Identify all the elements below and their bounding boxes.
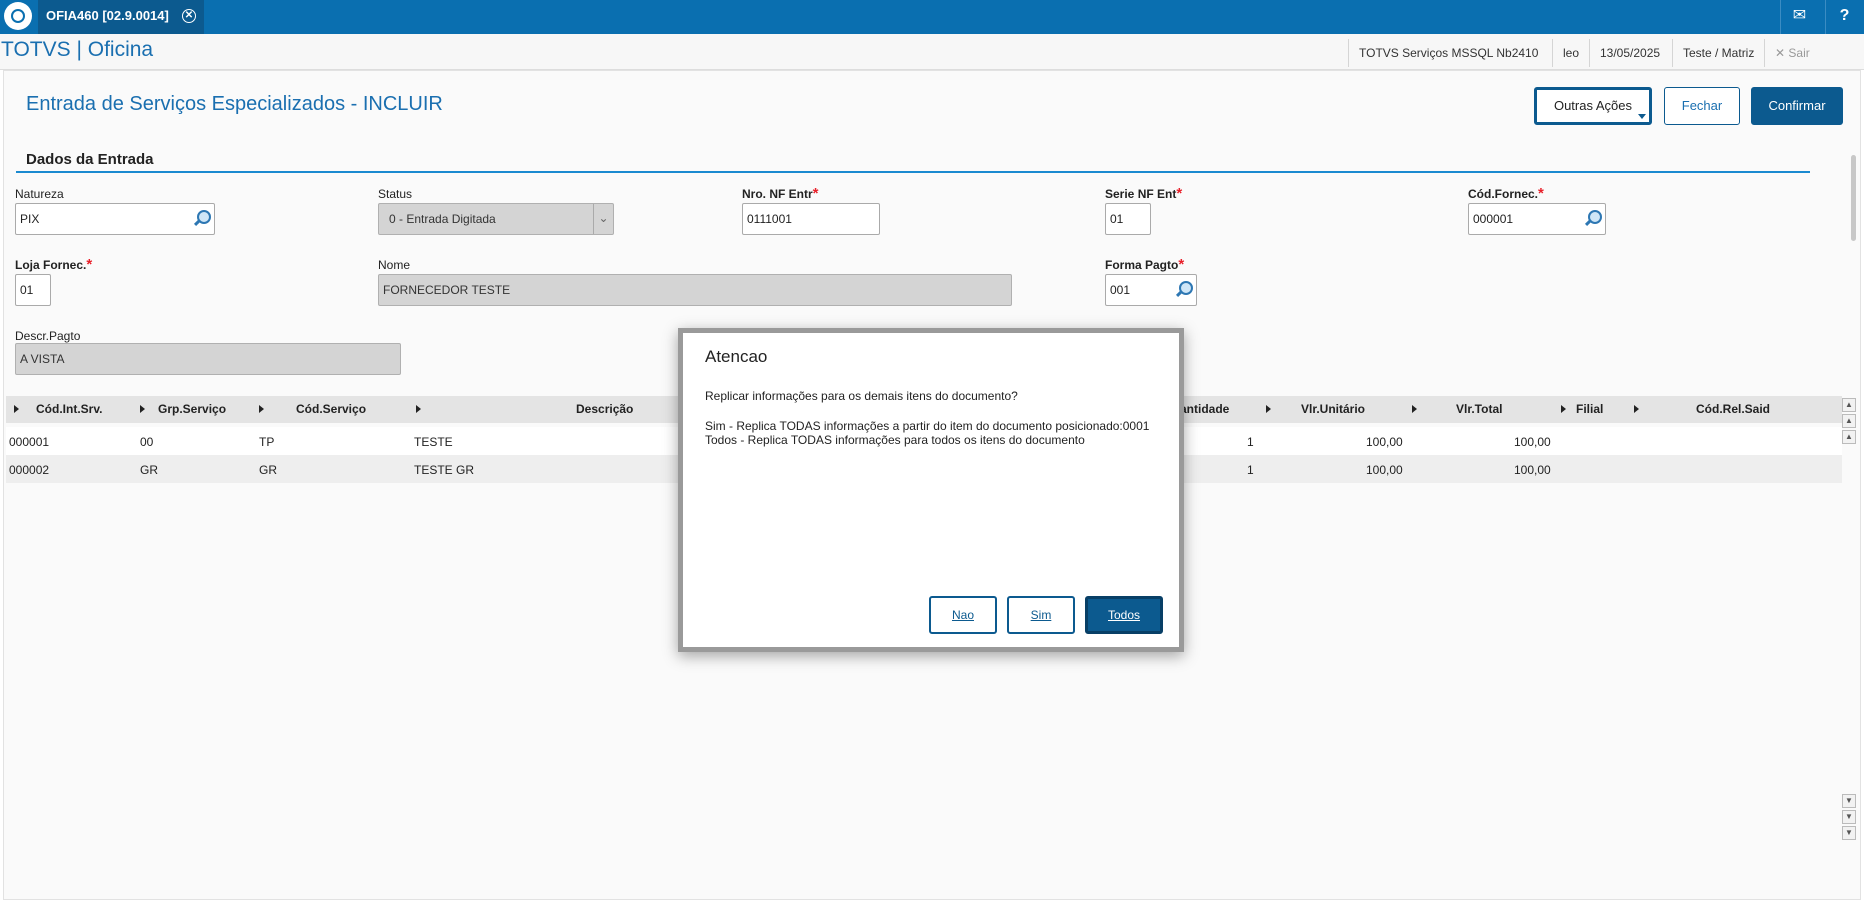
cod-fornec-label: Cód.Fornec.* xyxy=(1468,185,1544,202)
forma-pagto-value: 001 xyxy=(1110,283,1131,297)
confirm-dialog: Atencao Replicar informações para os dem… xyxy=(678,328,1184,652)
status-value: 0 - Entrada Digitada xyxy=(389,212,496,226)
cell-vlr-total: 100,00 xyxy=(1514,463,1551,477)
cell-cod-srv: TP xyxy=(259,435,275,449)
sort-arrow-icon[interactable] xyxy=(1561,405,1566,413)
dialog-title: Atencao xyxy=(705,347,768,366)
column-header[interactable]: Grp.Serviço xyxy=(158,402,226,416)
nome-label: Nome xyxy=(378,258,411,272)
all-button[interactable]: Todos xyxy=(1085,596,1163,634)
chevron-down-icon xyxy=(1638,114,1646,119)
cell-descricao: TESTE xyxy=(414,435,453,449)
forma-pagto-label: Forma Pagto* xyxy=(1105,256,1185,273)
tab-label: OFIA460 [02.9.0014] xyxy=(46,8,169,23)
scroll-page-up-icon[interactable]: ▲ xyxy=(1842,414,1856,428)
company-label: Teste / Matriz xyxy=(1672,39,1764,67)
dialog-line-todos: Todos - Replica TODAS informações para t… xyxy=(705,433,1085,447)
search-icon[interactable] xyxy=(1585,210,1602,226)
more-actions-button[interactable]: Outras Ações xyxy=(1534,87,1652,125)
page-title: Entrada de Serviços Especializados - INC… xyxy=(26,93,443,115)
cod-fornec-field[interactable]: 000001 xyxy=(1468,203,1606,235)
column-header[interactable]: Cód.Rel.Said xyxy=(1696,402,1770,416)
forma-pagto-field[interactable]: 001 xyxy=(1105,274,1197,306)
column-header[interactable]: antidade xyxy=(1180,402,1229,416)
scroll-down-icon[interactable]: ▼ xyxy=(1842,794,1856,808)
descr-pagto-label: Descr.Pagto xyxy=(15,329,81,343)
cell-cod-int: 000001 xyxy=(9,435,50,449)
exit-button[interactable]: ✕ Sair xyxy=(1764,39,1864,67)
nro-nf-label: Nro. NF Entr* xyxy=(742,185,819,202)
scrollbar-track[interactable] xyxy=(1842,446,1858,794)
app-title: TOTVS | Oficina xyxy=(1,38,154,61)
tab-ofia460[interactable]: OFIA460 [02.9.0014] ✕ xyxy=(38,0,204,34)
column-header[interactable]: Cód.Serviço xyxy=(296,402,366,416)
section-title: Dados da Entrada xyxy=(26,151,154,168)
yes-button[interactable]: Sim xyxy=(1007,596,1075,634)
column-header[interactable]: Vlr.Total xyxy=(1456,402,1502,416)
cell-cod-srv: GR xyxy=(259,463,277,477)
loja-fornec-label: Loja Fornec.* xyxy=(15,256,93,273)
sort-arrow-icon[interactable] xyxy=(14,405,19,413)
column-header[interactable]: Filial xyxy=(1576,402,1603,416)
scroll-up-icon[interactable]: ▲ xyxy=(1842,430,1856,444)
cod-fornec-value: 000001 xyxy=(1473,212,1514,226)
close-icon: ✕ xyxy=(1775,46,1786,60)
cell-qtd: 1 xyxy=(1247,435,1254,449)
search-icon[interactable] xyxy=(1176,281,1193,297)
nro-nf-field[interactable]: 0111001 xyxy=(742,203,880,235)
environment-label: TOTVS Serviços MSSQL Nb2410 xyxy=(1348,39,1548,67)
date-label: 13/05/2025 xyxy=(1589,39,1670,67)
cell-vlr-unit: 100,00 xyxy=(1366,463,1403,477)
sort-arrow-icon[interactable] xyxy=(259,405,264,413)
dialog-question: Replicar informações para os demais iten… xyxy=(705,389,1018,403)
cell-cod-int: 000002 xyxy=(9,463,50,477)
totvs-logo-icon[interactable] xyxy=(4,2,32,30)
column-header[interactable]: Descrição xyxy=(576,402,633,416)
sort-arrow-icon[interactable] xyxy=(416,405,421,413)
grid-scrollbar[interactable]: ▲ ▲ ▲ ▼ ▼ ▼ xyxy=(1842,398,1858,898)
mail-icon[interactable]: ✉ xyxy=(1780,0,1818,34)
scroll-bottom-icon[interactable]: ▼ xyxy=(1842,826,1856,840)
sort-arrow-icon[interactable] xyxy=(140,405,145,413)
nome-field[interactable]: FORNECEDOR TESTE xyxy=(378,274,1012,306)
more-actions-label: Outras Ações xyxy=(1553,98,1633,113)
column-header[interactable]: Cód.Int.Srv. xyxy=(36,402,102,416)
cell-grp: GR xyxy=(140,463,158,477)
tab-close-icon[interactable]: ✕ xyxy=(182,9,196,23)
status-label: Status xyxy=(378,187,413,201)
cell-grp: 00 xyxy=(140,435,154,449)
column-header[interactable]: Vlr.Unitário xyxy=(1301,402,1365,416)
serie-nf-label: Serie NF Ent* xyxy=(1105,185,1183,202)
sort-arrow-icon[interactable] xyxy=(1266,405,1271,413)
close-button[interactable]: Fechar xyxy=(1664,87,1740,125)
confirm-button[interactable]: Confirmar xyxy=(1751,87,1843,125)
cell-vlr-unit: 100,00 xyxy=(1366,435,1403,449)
cell-descricao: TESTE GR xyxy=(414,463,475,477)
serie-nf-field[interactable]: 01 xyxy=(1105,203,1151,235)
cell-vlr-total: 100,00 xyxy=(1514,435,1551,449)
natureza-label: Natureza xyxy=(15,187,64,201)
help-icon[interactable]: ? xyxy=(1825,0,1863,34)
exit-label: Sair xyxy=(1788,46,1810,60)
natureza-field[interactable]: PIX xyxy=(15,203,215,235)
user-label: leo xyxy=(1552,39,1589,67)
section-divider xyxy=(16,171,1810,173)
no-button[interactable]: Nao xyxy=(929,596,997,634)
descr-pagto-field[interactable]: A VISTA xyxy=(15,343,401,375)
header-bar: TOTVS | Oficina TOTVS Serviços MSSQL Nb2… xyxy=(0,34,1864,70)
sort-arrow-icon[interactable] xyxy=(1634,405,1639,413)
search-icon[interactable] xyxy=(194,210,211,226)
cell-qtd: 1 xyxy=(1247,463,1254,477)
sort-arrow-icon[interactable] xyxy=(1412,405,1417,413)
scrollbar-thumb[interactable] xyxy=(1851,155,1856,241)
chevron-down-icon[interactable]: ⌄ xyxy=(593,204,613,234)
dialog-line-sim: Sim - Replica TODAS informações a partir… xyxy=(705,419,1150,433)
loja-fornec-field[interactable]: 01 xyxy=(15,274,51,306)
scroll-page-down-icon[interactable]: ▼ xyxy=(1842,810,1856,824)
scroll-top-icon[interactable]: ▲ xyxy=(1842,398,1856,412)
form-scrollbar[interactable] xyxy=(1846,143,1862,389)
status-select[interactable]: 0 - Entrada Digitada ⌄ xyxy=(378,203,614,235)
natureza-value: PIX xyxy=(20,212,40,226)
top-bar: OFIA460 [02.9.0014] ✕ ✉ ? xyxy=(0,0,1864,34)
